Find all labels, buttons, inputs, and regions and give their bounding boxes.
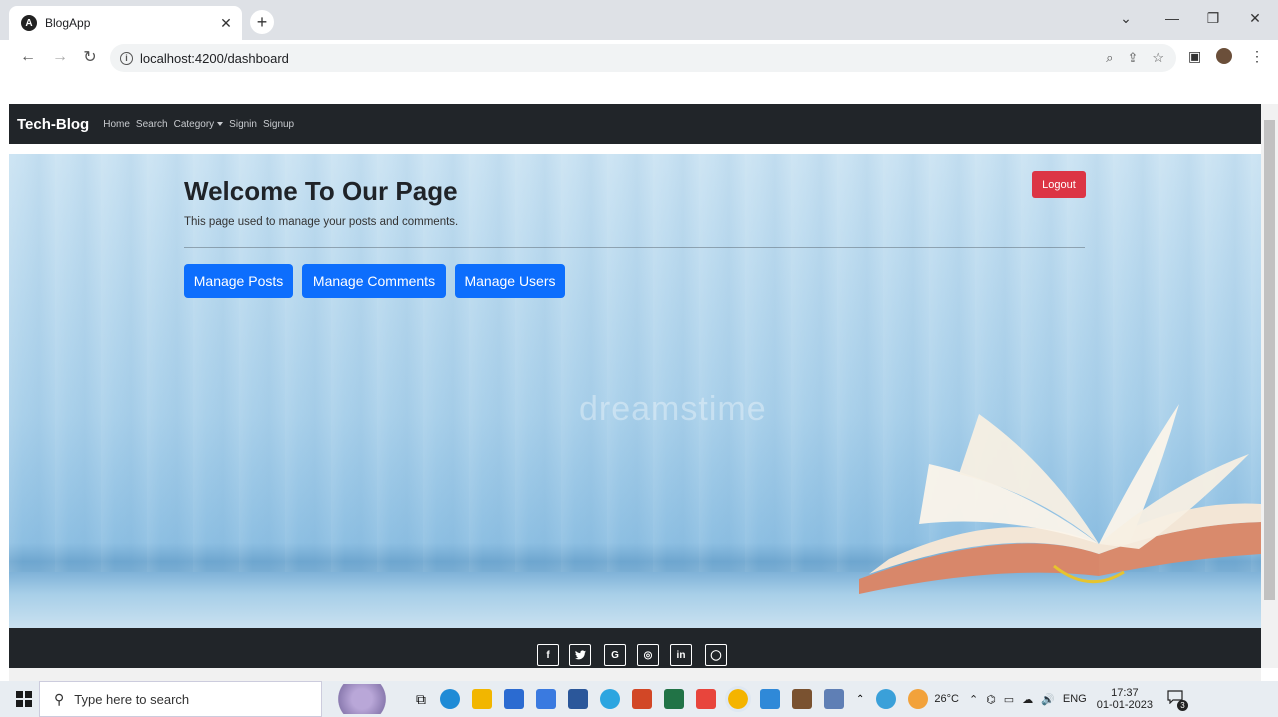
help-icon[interactable] [876, 689, 897, 709]
windows-taskbar: ⚲ Type here to search ⧉ ⌃ 26°C ⌃ ⌬ ▭ ☁ 🔊… [0, 681, 1278, 717]
volume-icon[interactable]: 🔊 [1041, 693, 1055, 706]
minimize-icon[interactable]: — [1162, 10, 1182, 26]
reload-icon[interactable]: ↻ [80, 47, 100, 67]
site-info-icon[interactable]: i [120, 51, 133, 65]
nav-link-home[interactable]: Home [103, 119, 130, 130]
menu-kebab-icon[interactable]: ⋮ [1250, 48, 1264, 65]
share-icon[interactable]: ⇪ [1127, 50, 1138, 66]
tab-title: BlogApp [45, 16, 91, 30]
toolbar-spacer [0, 74, 1278, 104]
close-window-icon[interactable]: ✕ [1245, 10, 1265, 27]
facebook-icon[interactable]: f [537, 644, 559, 666]
dropbox-icon[interactable] [536, 689, 556, 709]
logout-button[interactable]: Logout [1032, 171, 1086, 198]
page-title: Welcome To Our Page [184, 176, 458, 206]
nav-link-search[interactable]: Search [136, 119, 168, 130]
taskbar-search-box[interactable]: ⚲ Type here to search [39, 681, 322, 717]
new-tab-icon[interactable]: + [250, 10, 274, 34]
open-book-image [859, 404, 1261, 594]
search-highlight-illustration[interactable] [332, 684, 392, 714]
address-bar[interactable]: i localhost:4200/dashboard ⌕ ⇪ ☆ [110, 44, 1176, 72]
telegram-icon[interactable] [600, 689, 620, 709]
tab-search-chevron-icon[interactable]: ⌄ [1116, 10, 1136, 27]
file-explorer-icon[interactable] [472, 689, 492, 709]
url-text: localhost:4200/dashboard [140, 50, 289, 66]
page-subtitle: This page used to manage your posts and … [184, 216, 459, 228]
bookmark-star-icon[interactable]: ☆ [1152, 50, 1164, 66]
google-icon[interactable]: G [604, 644, 626, 666]
clock-time: 17:37 [1111, 687, 1139, 699]
notification-icon[interactable]: 3 [1167, 690, 1189, 711]
divider [184, 247, 1085, 248]
side-panel-icon[interactable]: ▣ [1188, 48, 1201, 65]
chrome-icon[interactable] [725, 686, 751, 712]
dropdown-caret-icon [217, 121, 224, 126]
nav-link-signup[interactable]: Signup [263, 119, 294, 130]
tab-close-icon[interactable]: ✕ [216, 13, 236, 33]
site-footer: f G ◎ in ◯ [9, 628, 1261, 668]
language-indicator[interactable]: ENG [1063, 693, 1087, 705]
system-tray-chevron-icon[interactable]: ⌃ [969, 693, 978, 706]
clock-date: 01-01-2023 [1096, 699, 1154, 711]
notification-count-badge: 3 [1177, 700, 1189, 711]
excel-icon[interactable] [664, 689, 684, 709]
page-viewport: Tech-Blog Home Search Category Signin Si… [9, 104, 1261, 668]
windows-start-icon[interactable] [9, 684, 39, 714]
back-icon[interactable]: ← [18, 47, 38, 67]
vscode-icon[interactable] [760, 689, 780, 709]
linkedin-icon[interactable]: in [670, 644, 692, 666]
browser-tab[interactable]: A BlogApp ✕ [9, 6, 242, 40]
instagram-icon[interactable]: ◎ [637, 644, 659, 666]
app-icon[interactable] [792, 689, 812, 709]
site-navbar: Tech-Blog Home Search Category Signin Si… [9, 104, 1261, 144]
clock[interactable]: 17:37 01-01-2023 [1097, 687, 1153, 711]
edge-icon[interactable] [440, 689, 460, 709]
word-icon[interactable] [568, 689, 588, 709]
vertical-scrollbar[interactable] [1261, 104, 1278, 668]
notepad-icon[interactable] [824, 689, 844, 709]
profile-avatar[interactable] [1216, 48, 1232, 64]
browser-toolbar: ← → ↻ i localhost:4200/dashboard ⌕ ⇪ ☆ ▣… [0, 40, 1278, 74]
nav-link-signin[interactable]: Signin [229, 119, 257, 130]
taskbar-search-placeholder: Type here to search [74, 691, 190, 707]
weather-icon[interactable] [908, 689, 929, 709]
cloud-icon[interactable]: ☁ [1022, 693, 1033, 706]
twitter-icon[interactable] [569, 644, 591, 666]
hero-section: dreamstime Welcome To Our Page This page… [9, 154, 1261, 628]
zoom-icon[interactable]: ⌕ [1106, 50, 1113, 66]
office-icon[interactable] [696, 689, 716, 709]
github-icon[interactable]: ◯ [705, 644, 727, 666]
restore-icon[interactable]: ❐ [1203, 10, 1223, 27]
manage-users-button[interactable]: Manage Users [455, 264, 565, 298]
battery-icon[interactable]: ▭ [1004, 693, 1014, 706]
search-icon: ⚲ [54, 690, 65, 707]
mail-icon[interactable] [504, 689, 524, 709]
navbar-brand[interactable]: Tech-Blog [17, 116, 89, 133]
angular-favicon-icon: A [21, 15, 37, 31]
network-icon[interactable]: ⌬ [986, 693, 996, 706]
tray-overflow-icon[interactable]: ⌃ [856, 694, 864, 705]
task-view-icon[interactable]: ⧉ [416, 691, 426, 708]
forward-icon[interactable]: → [50, 47, 70, 67]
horizontal-scrollbar[interactable] [9, 668, 1261, 681]
browser-tab-strip: A BlogApp ✕ + ⌄ — ❐ ✕ [0, 0, 1278, 40]
powerpoint-icon[interactable] [632, 689, 652, 709]
nav-link-category-label: Category [173, 118, 215, 130]
vertical-scrollbar-thumb[interactable] [1264, 120, 1275, 600]
manage-posts-button[interactable]: Manage Posts [184, 264, 293, 298]
manage-comments-button[interactable]: Manage Comments [302, 264, 446, 298]
nav-link-category[interactable]: Category [174, 119, 224, 130]
temperature-text[interactable]: 26°C [934, 693, 959, 705]
stock-watermark: dreamstime [579, 390, 767, 428]
